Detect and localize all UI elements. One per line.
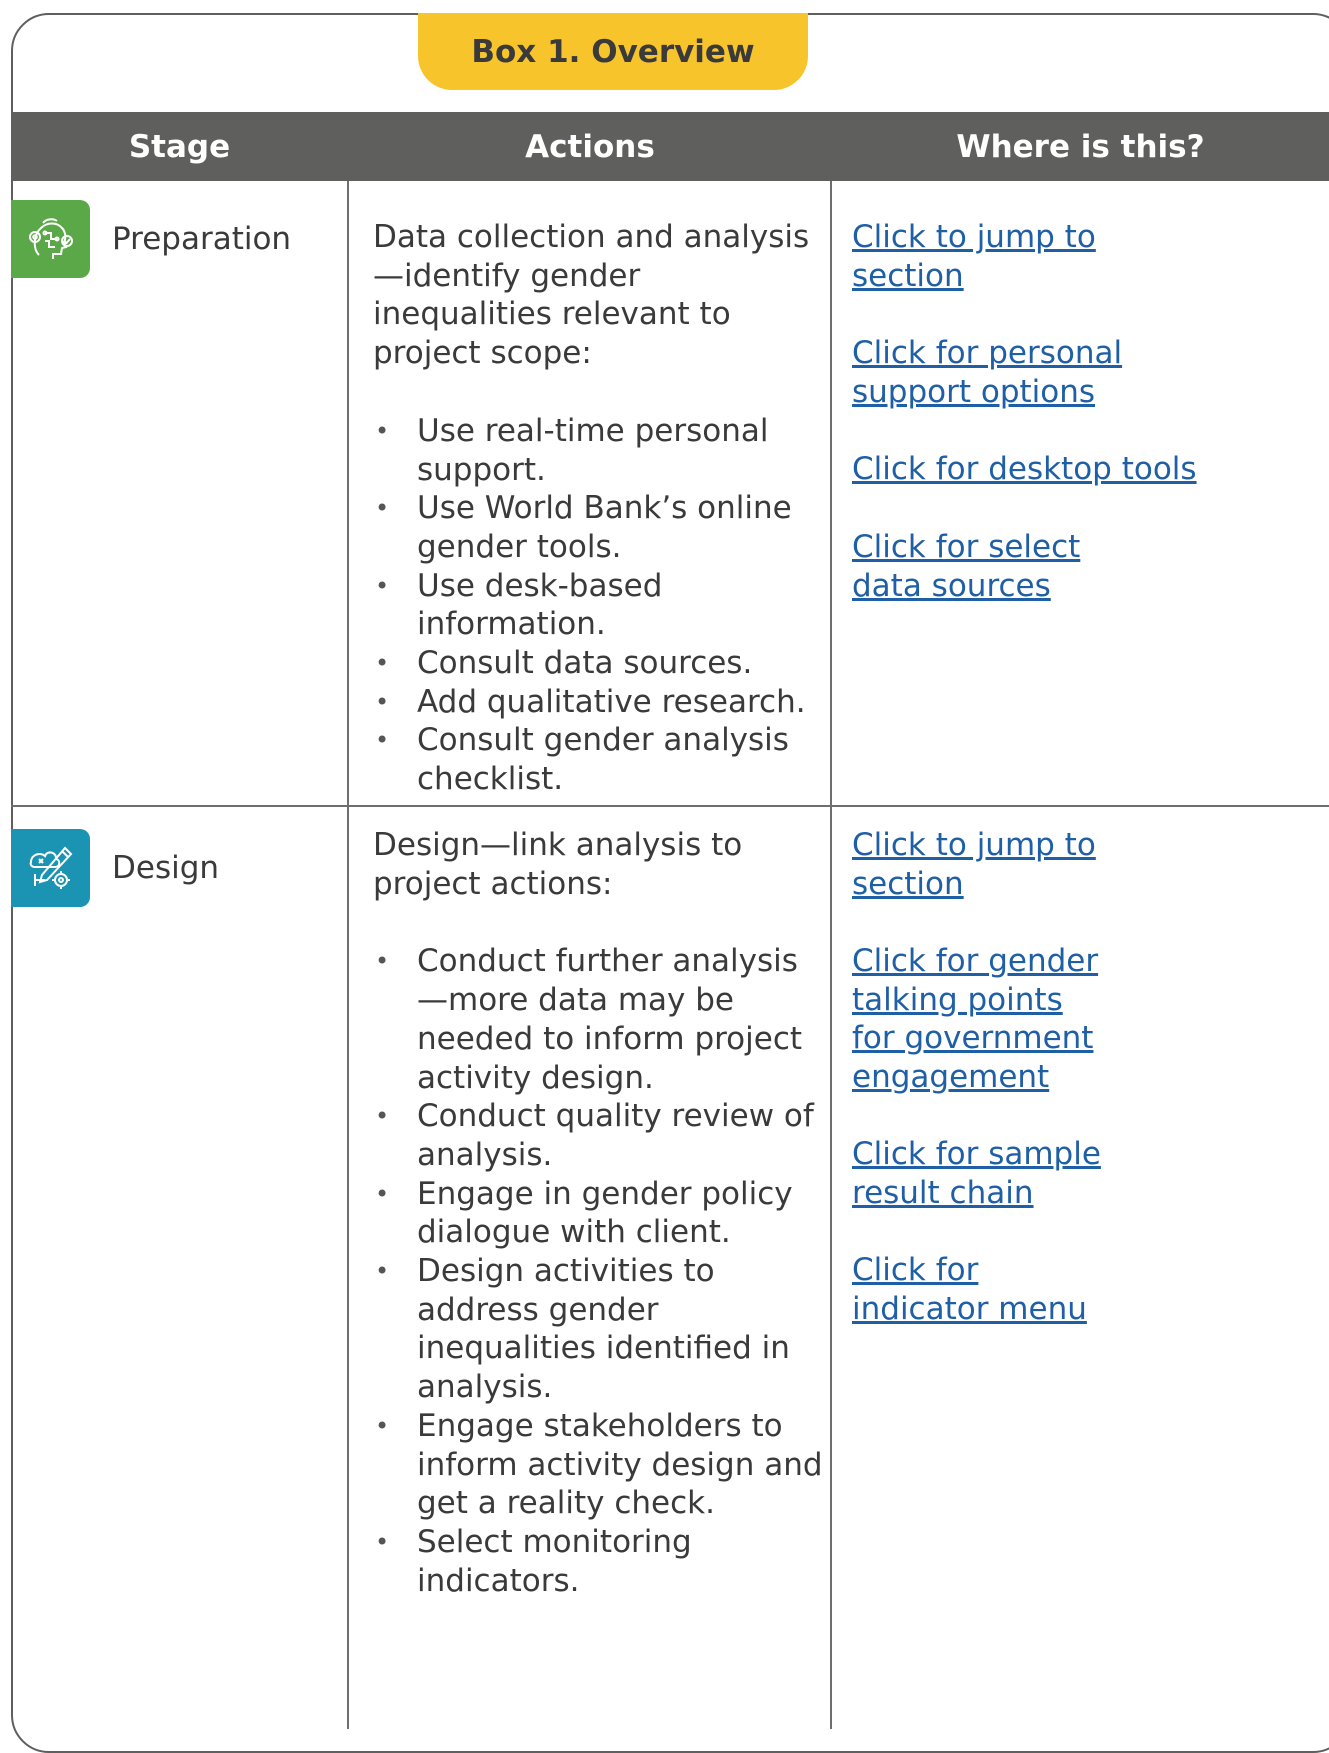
personal-support-link[interactable]: Click for personal support options [852, 334, 1132, 411]
list-item: Engage in gender policy dialogue with cl… [373, 1175, 828, 1252]
list-item: Use real-time personal support. [373, 412, 828, 489]
jump-to-section-link[interactable]: Click to jump to section [852, 826, 1112, 903]
stage-preparation: Preparation [112, 221, 292, 257]
row-divider [11, 805, 1329, 807]
box-title: Box 1. Overview [418, 13, 808, 90]
sample-result-chain-link[interactable]: Click for sample result chain [852, 1135, 1112, 1212]
jump-to-section-link[interactable]: Click to jump to section [852, 218, 1112, 295]
actions-intro: Data collection and analysis—identify ge… [373, 219, 810, 372]
gender-talking-points-link[interactable]: Click for gender talking points for gove… [852, 942, 1114, 1097]
list-item: Conduct quality review of analysis. [373, 1097, 828, 1174]
actions-list: Use real-time personal support. Use Worl… [373, 412, 828, 799]
actions-preparation: Data collection and analysis—identify ge… [373, 218, 828, 799]
list-item: Conduct further analysis—more data may b… [373, 942, 828, 1097]
column-divider [347, 181, 349, 1729]
list-item: Add qualitative research. [373, 683, 828, 722]
data-sources-link[interactable]: Click for select data sources [852, 528, 1152, 605]
list-item: Use World Bank’s online gender tools. [373, 489, 828, 566]
actions-design: Design—link analysis to project actions:… [373, 826, 828, 1600]
desktop-tools-link[interactable]: Click for desktop tools [852, 450, 1252, 489]
column-divider [830, 181, 832, 1729]
list-item: Use desk-based information. [373, 567, 828, 644]
design-pencil-gears-icon [11, 829, 90, 907]
header-actions: Actions [525, 128, 655, 165]
list-item: Consult data sources. [373, 644, 828, 683]
table-header: Stage Actions Where is this? [11, 112, 1329, 181]
header-stage: Stage [128, 128, 231, 165]
list-item: Design activities to address gender ineq… [373, 1252, 828, 1407]
list-item: Consult gender analysis checklist. [373, 721, 828, 798]
list-item: Engage stakeholders to inform activity d… [373, 1407, 828, 1523]
stage-design: Design [112, 850, 220, 886]
header-where: Where is this? [956, 128, 1205, 165]
list-item: Select monitoring indicators. [373, 1523, 828, 1600]
preparation-gears-head-icon [11, 200, 90, 278]
actions-intro: Design—link analysis to project actions: [373, 827, 743, 902]
actions-list: Conduct further analysis—more data may b… [373, 942, 828, 1600]
indicator-menu-link[interactable]: Click for indicator menu [852, 1251, 1122, 1328]
